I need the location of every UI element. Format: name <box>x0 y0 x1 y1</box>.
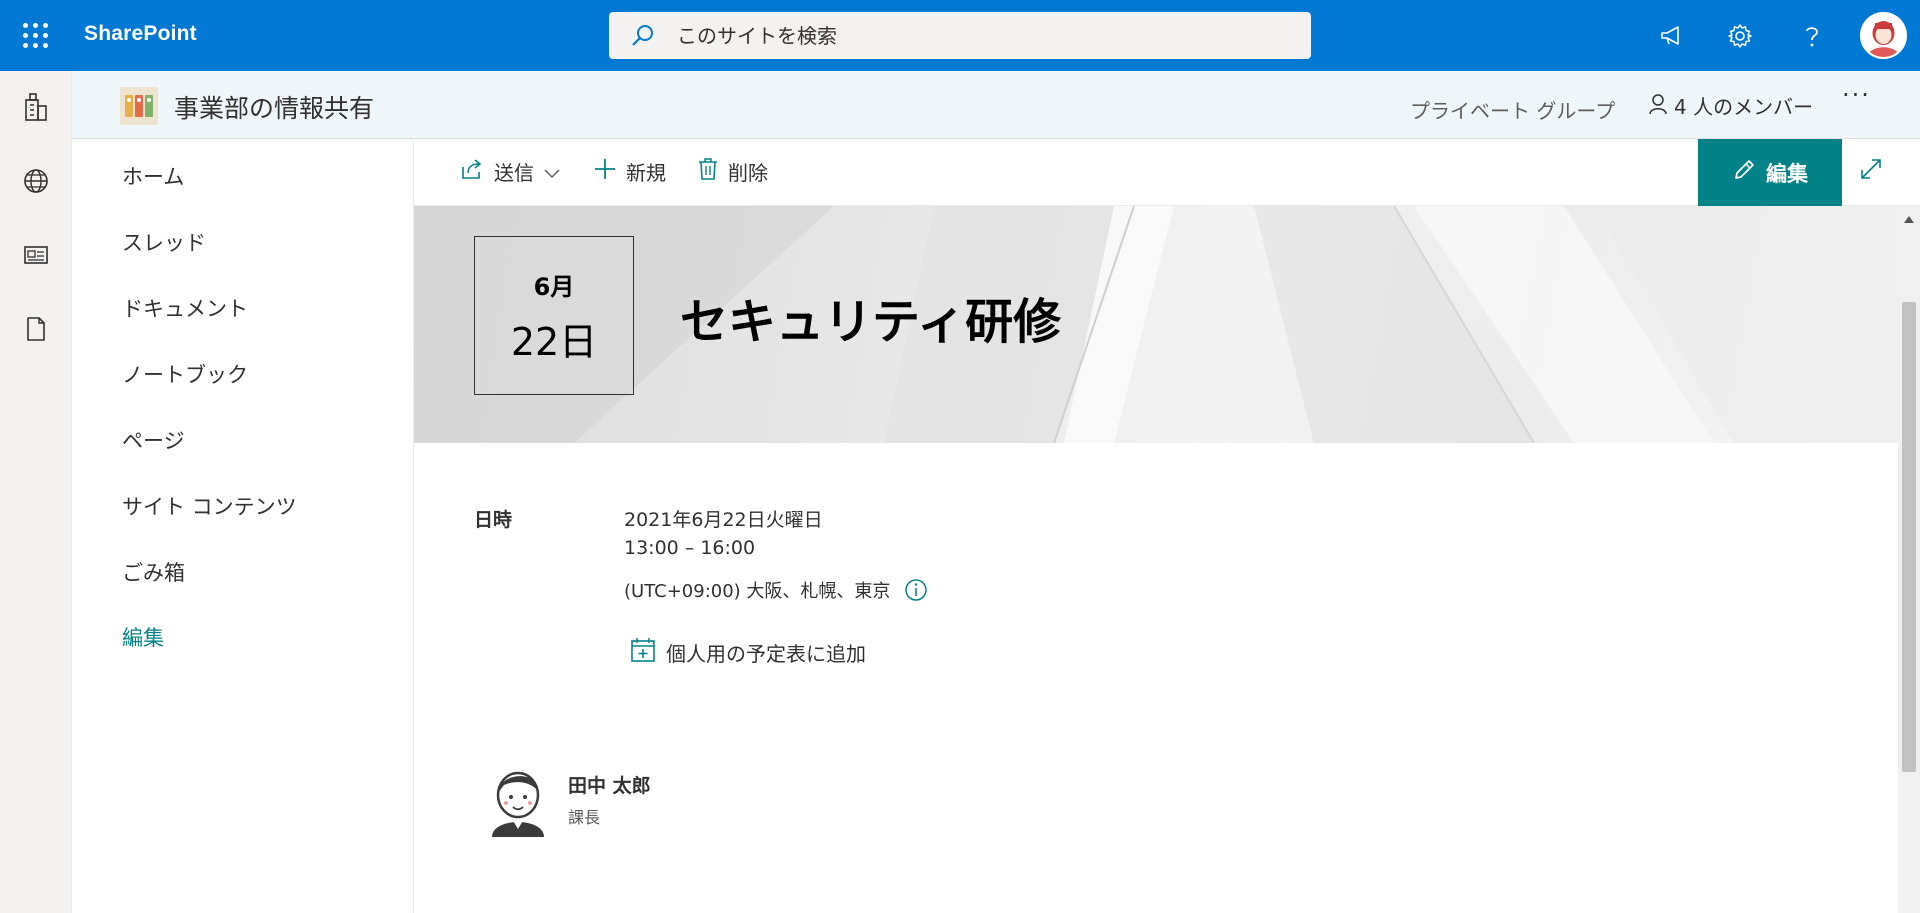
new-label: 新規 <box>626 161 666 185</box>
timezone-row: (UTC+09:00) 大阪、札幌、東京 <box>624 577 928 603</box>
person-icon <box>1648 93 1668 119</box>
event-title: セキュリティ研修 <box>680 294 1062 350</box>
vertical-scrollbar[interactable] <box>1898 206 1920 913</box>
suite-header: SharePoint <box>0 0 1920 71</box>
add-to-calendar-label: 個人用の予定表に追加 <box>666 642 866 666</box>
organizer-text: 田中 太郎 課長 <box>568 771 651 828</box>
site-title[interactable]: 事業部の情報共有 <box>174 89 374 125</box>
privacy-label: プライベート グループ <box>1410 99 1616 123</box>
nav-edit-link[interactable]: 編集 <box>122 622 164 652</box>
members-button[interactable]: 4 人のメンバー <box>1648 91 1813 120</box>
delete-button[interactable]: 削除 <box>698 157 768 186</box>
event-details: 日時 2021年6月22日火曜日 13:00 – 16:00 (UTC+09:0… <box>414 443 1898 913</box>
search-box[interactable] <box>609 12 1311 59</box>
add-to-calendar-link[interactable]: 個人用の予定表に追加 <box>630 637 866 668</box>
nav-item-threads[interactable]: スレッド <box>122 227 206 257</box>
event-banner: 6月 22日 セキュリティ研修 <box>414 206 1898 443</box>
document-icon[interactable] <box>20 313 52 345</box>
organizer-name: 田中 太郎 <box>568 775 651 797</box>
new-button[interactable]: 新規 <box>594 157 666 186</box>
banner-background-image <box>414 206 1898 443</box>
scrollbar-thumb[interactable] <box>1902 302 1916 772</box>
event-date-box: 6月 22日 <box>474 236 634 395</box>
nav-item-home[interactable]: ホーム <box>122 161 184 191</box>
event-timezone: (UTC+09:00) 大阪、札幌、東京 <box>624 581 891 602</box>
left-navigation: ホーム スレッド ドキュメント ノートブック ページ サイト コンテンツ ごみ箱… <box>72 139 414 913</box>
delete-label: 削除 <box>728 161 768 185</box>
news-icon[interactable] <box>20 239 52 271</box>
app-bar <box>0 71 72 913</box>
members-label: 4 人のメンバー <box>1674 95 1814 119</box>
send-button[interactable]: 送信 <box>460 157 560 186</box>
site-header: 事業部の情報共有 プライベート グループ 4 人のメンバー ··· <box>72 71 1920 139</box>
send-label: 送信 <box>494 161 534 185</box>
info-icon[interactable] <box>904 578 928 602</box>
globe-icon[interactable] <box>20 165 52 197</box>
more-options-button[interactable]: ··· <box>1842 81 1871 109</box>
organizer-card[interactable]: 田中 太郎 課長 <box>488 763 651 837</box>
plus-icon <box>594 158 616 185</box>
chevron-down-icon <box>544 160 560 184</box>
app-launcher-icon[interactable] <box>20 20 50 50</box>
search-input[interactable] <box>675 12 1275 59</box>
share-icon <box>460 158 484 185</box>
pencil-icon <box>1732 158 1756 187</box>
nav-item-documents[interactable]: ドキュメント <box>122 293 248 323</box>
help-icon[interactable] <box>1794 18 1830 54</box>
nav-item-site-contents[interactable]: サイト コンテンツ <box>122 491 297 521</box>
event-day: 22日 <box>510 320 598 364</box>
event-month: 6月 <box>533 273 575 301</box>
event-time: 13:00 – 16:00 <box>624 537 756 559</box>
when-label: 日時 <box>474 509 513 531</box>
trash-icon <box>698 157 718 186</box>
edit-button[interactable]: 編集 <box>1698 139 1842 206</box>
organizer-role: 課長 <box>568 808 601 827</box>
nav-item-notebook[interactable]: ノートブック <box>122 359 248 389</box>
organizer-avatar <box>488 763 548 837</box>
expand-icon[interactable] <box>1858 156 1884 186</box>
user-avatar[interactable] <box>1860 12 1907 59</box>
scroll-up-arrow[interactable] <box>1904 216 1914 223</box>
brand-name[interactable]: SharePoint <box>84 22 197 46</box>
command-bar: 送信 新規 削除 編集 <box>414 139 1920 206</box>
event-date: 2021年6月22日火曜日 <box>624 509 823 531</box>
megaphone-icon[interactable] <box>1654 18 1690 54</box>
nav-item-recycle-bin[interactable]: ごみ箱 <box>122 557 185 587</box>
nav-item-pages[interactable]: ページ <box>122 425 185 455</box>
site-logo[interactable] <box>120 87 158 125</box>
calendar-add-icon <box>630 637 656 668</box>
search-icon[interactable] <box>631 23 655 51</box>
edit-label: 編集 <box>1766 161 1808 186</box>
gear-icon[interactable] <box>1722 18 1758 54</box>
sites-icon[interactable] <box>20 91 52 123</box>
